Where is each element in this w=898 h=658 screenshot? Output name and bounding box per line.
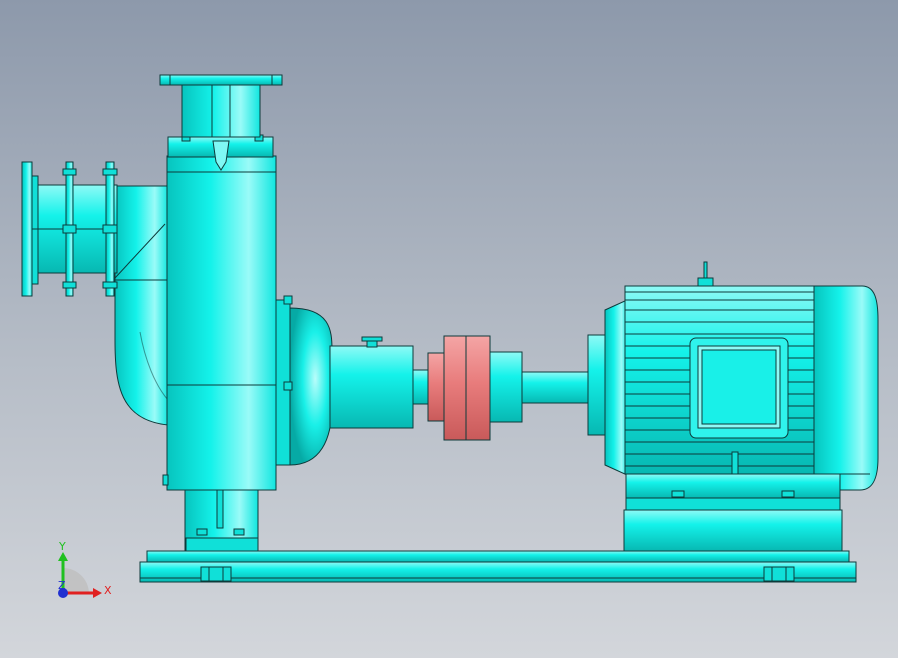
outlet-nozzle — [159, 74, 283, 171]
triad-plane — [63, 568, 89, 593]
pump-casing — [162, 155, 277, 491]
cad-viewport[interactable]: X Y Z — [0, 0, 898, 658]
shaft-coupling — [427, 335, 523, 441]
terminal-box — [689, 337, 789, 439]
pump-cover — [275, 295, 333, 466]
base-plate — [139, 550, 857, 583]
y-axis-label: Y — [58, 540, 66, 553]
bearing-housing — [329, 336, 431, 429]
motor-shaft — [521, 334, 607, 436]
inlet-elbow — [114, 185, 169, 426]
coordinate-triad: X Y Z — [58, 540, 112, 598]
inlet-pipe — [21, 161, 118, 297]
motor-fan-cover — [813, 285, 879, 491]
z-axis-label: Z — [58, 579, 66, 592]
motor-pedestal — [623, 473, 843, 552]
motor-end-bell — [604, 299, 628, 476]
pump-assembly-drawing: X Y Z — [21, 74, 879, 598]
x-axis-label: X — [104, 584, 112, 597]
